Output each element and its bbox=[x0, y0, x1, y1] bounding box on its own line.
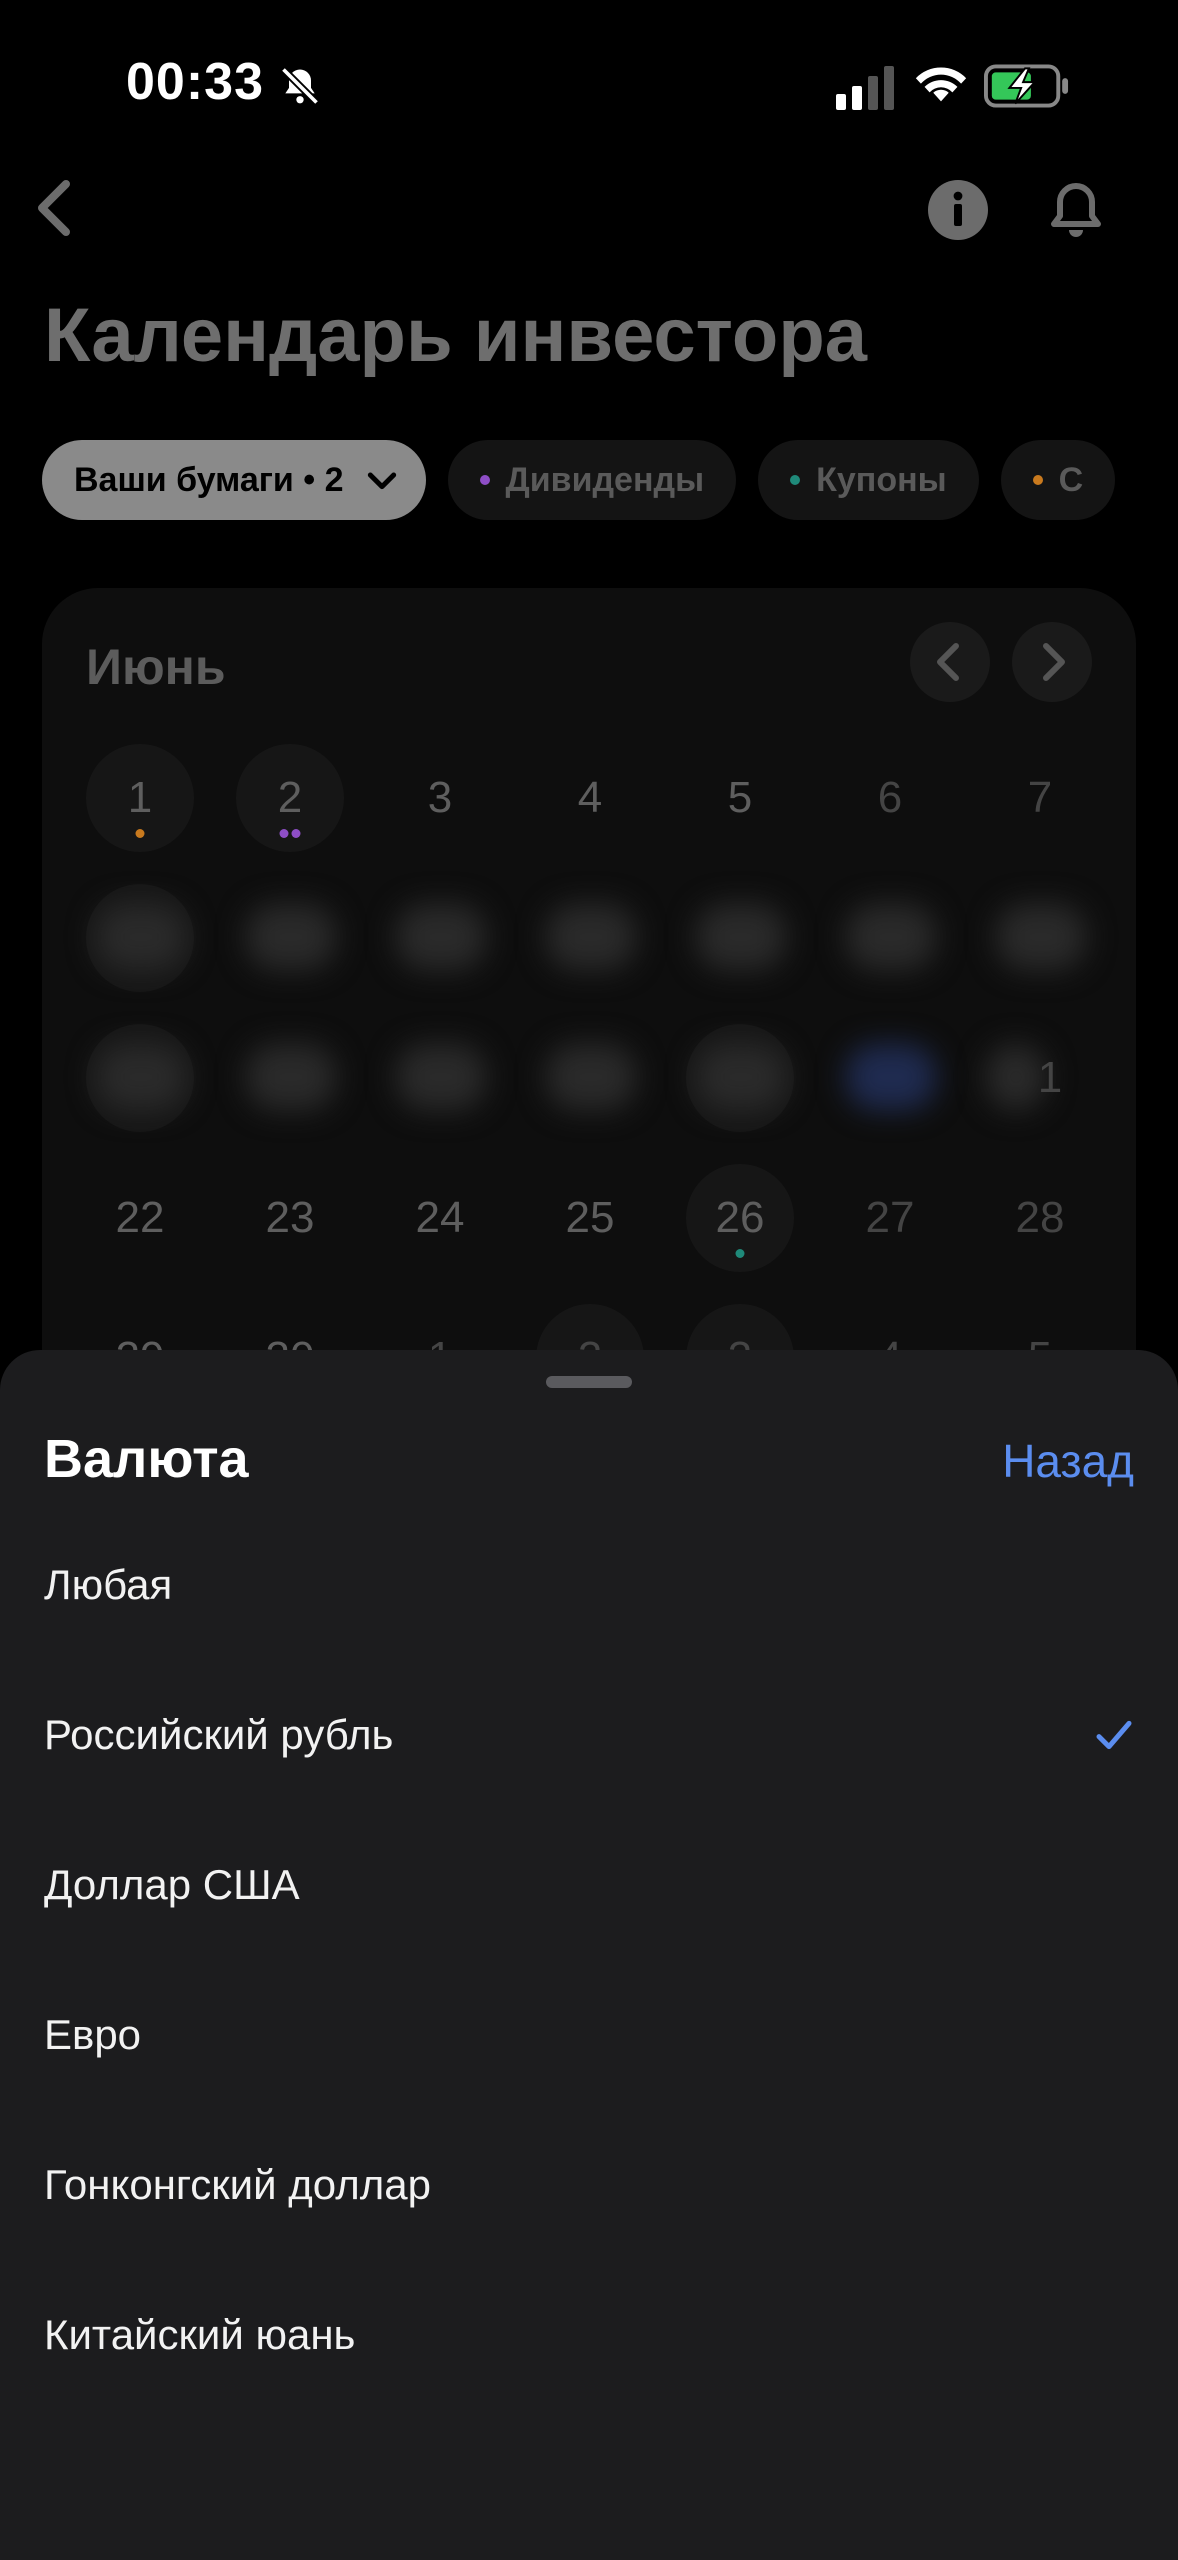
back-link[interactable]: Назад bbox=[1002, 1434, 1134, 1488]
chevron-down-icon bbox=[367, 472, 396, 490]
checkmark-icon bbox=[1096, 1720, 1132, 1750]
day-number: 22 bbox=[115, 1193, 165, 1242]
calendar-day[interactable]: 28 bbox=[986, 1164, 1094, 1272]
event-dots bbox=[135, 829, 145, 838]
day-number: 28 bbox=[1015, 1193, 1065, 1242]
currency-option-hkd[interactable]: Гонконгский доллар bbox=[0, 2110, 1178, 2260]
day-number: 1 bbox=[1037, 1053, 1063, 1102]
day-number: 23 bbox=[265, 1193, 315, 1242]
info-icon[interactable] bbox=[926, 178, 990, 242]
calendar-day[interactable]: 6 bbox=[836, 744, 944, 852]
calendar-day[interactable]: 3 bbox=[386, 744, 494, 852]
day-number: 6 bbox=[877, 773, 903, 822]
blurred-day bbox=[846, 904, 936, 970]
option-label: Евро bbox=[44, 2011, 142, 2058]
chip-other[interactable]: С bbox=[1000, 440, 1116, 520]
month-label: Июнь bbox=[86, 639, 226, 695]
option-label: Доллар США bbox=[44, 1861, 300, 1908]
blurred-day bbox=[246, 904, 336, 970]
event-dots bbox=[735, 1249, 745, 1258]
status-time: 00:33 bbox=[126, 53, 264, 111]
blurred-day bbox=[546, 904, 636, 970]
option-label: Китайский юань bbox=[44, 2311, 356, 2358]
day-number: 25 bbox=[565, 1193, 615, 1242]
calendar-day[interactable]: 22 bbox=[86, 1164, 194, 1272]
calendar-day[interactable]: 5 bbox=[686, 744, 794, 852]
blurred-day bbox=[696, 1044, 786, 1110]
blurred-day bbox=[96, 1044, 186, 1110]
option-label: Российский рубль bbox=[44, 1711, 394, 1758]
calendar-day[interactable]: 23 bbox=[236, 1164, 344, 1272]
day-number: 7 bbox=[1027, 773, 1053, 822]
coupon-dot-icon bbox=[790, 475, 801, 485]
blurred-day bbox=[846, 1044, 936, 1110]
status-bar: 00:33 bbox=[0, 0, 1178, 170]
currency-option-any[interactable]: Любая bbox=[0, 1510, 1178, 1660]
filter-chips: Ваши бумаги • 2 Дивиденды Купоны С bbox=[42, 440, 1116, 520]
chip-label: Ваши бумаги • 2 bbox=[74, 460, 344, 499]
calendar-day[interactable]: 4 bbox=[536, 744, 644, 852]
calendar-day[interactable]: 2 bbox=[236, 744, 344, 852]
investor-calendar-screen: 00:33 Календарь инвестора Ваши бумаги • … bbox=[0, 0, 1178, 2560]
event-dots bbox=[279, 829, 301, 838]
bell-muted-icon bbox=[280, 66, 320, 106]
calendar-day[interactable]: 1 bbox=[86, 744, 194, 852]
blurred-day bbox=[696, 904, 786, 970]
currency-option-eur[interactable]: Евро bbox=[0, 1960, 1178, 2110]
blurred-day bbox=[246, 1044, 336, 1110]
next-month-button[interactable] bbox=[1012, 622, 1092, 702]
calendar-day[interactable]: 27 bbox=[836, 1164, 944, 1272]
blurred-day bbox=[996, 904, 1086, 970]
blurred-day bbox=[546, 1044, 636, 1110]
calendar-day[interactable]: 7 bbox=[986, 744, 1094, 852]
currency-options-list: Любая Российский рубль Доллар США Евро Г… bbox=[0, 1510, 1178, 2410]
chip-label: Купоны bbox=[816, 460, 947, 499]
previous-month-button[interactable] bbox=[910, 622, 990, 702]
page-title: Календарь инвестора bbox=[44, 293, 868, 378]
currency-option-rub[interactable]: Российский рубль bbox=[0, 1660, 1178, 1810]
day-number: 3 bbox=[427, 773, 453, 822]
blurred-day bbox=[396, 904, 486, 970]
cellular-signal-icon bbox=[836, 66, 894, 110]
other-dot-icon bbox=[1032, 475, 1043, 485]
wifi-icon bbox=[915, 67, 967, 102]
day-number: 1 bbox=[127, 773, 153, 822]
sheet-drag-handle[interactable] bbox=[546, 1376, 632, 1388]
currency-option-cny[interactable]: Китайский юань bbox=[0, 2260, 1178, 2410]
calendar-day[interactable]: 25 bbox=[536, 1164, 644, 1272]
chip-coupons[interactable]: Купоны bbox=[758, 440, 979, 520]
day-number: 26 bbox=[715, 1193, 765, 1242]
back-chevron-icon[interactable] bbox=[26, 176, 90, 240]
day-number: 27 bbox=[865, 1193, 915, 1242]
dividend-dot-icon bbox=[479, 475, 490, 485]
chip-dividends[interactable]: Дивиденды bbox=[447, 440, 737, 520]
calendar-day[interactable]: 26 bbox=[686, 1164, 794, 1272]
chip-label: С bbox=[1058, 460, 1084, 499]
notifications-bell-icon[interactable] bbox=[1044, 178, 1108, 242]
day-number: 5 bbox=[727, 773, 753, 822]
currency-option-usd[interactable]: Доллар США bbox=[0, 1810, 1178, 1960]
calendar-day[interactable]: 24 bbox=[386, 1164, 494, 1272]
calendar-day[interactable]: 1 bbox=[1020, 1024, 1080, 1132]
day-number: 4 bbox=[577, 773, 603, 822]
day-number: 24 bbox=[415, 1193, 465, 1242]
sheet-title: Валюта bbox=[44, 1429, 249, 1489]
chip-your-securities[interactable]: Ваши бумаги • 2 bbox=[42, 440, 426, 520]
blurred-day bbox=[96, 904, 186, 970]
option-label: Любая bbox=[44, 1561, 173, 1608]
currency-bottom-sheet: Валюта Назад Любая Российский рубль Долл… bbox=[0, 1350, 1178, 2560]
option-label: Гонконгский доллар bbox=[44, 2161, 431, 2208]
blurred-day bbox=[396, 1044, 486, 1110]
chip-label: Дивиденды bbox=[505, 460, 705, 499]
battery-charging-icon bbox=[984, 64, 1069, 108]
day-number: 2 bbox=[277, 773, 303, 822]
